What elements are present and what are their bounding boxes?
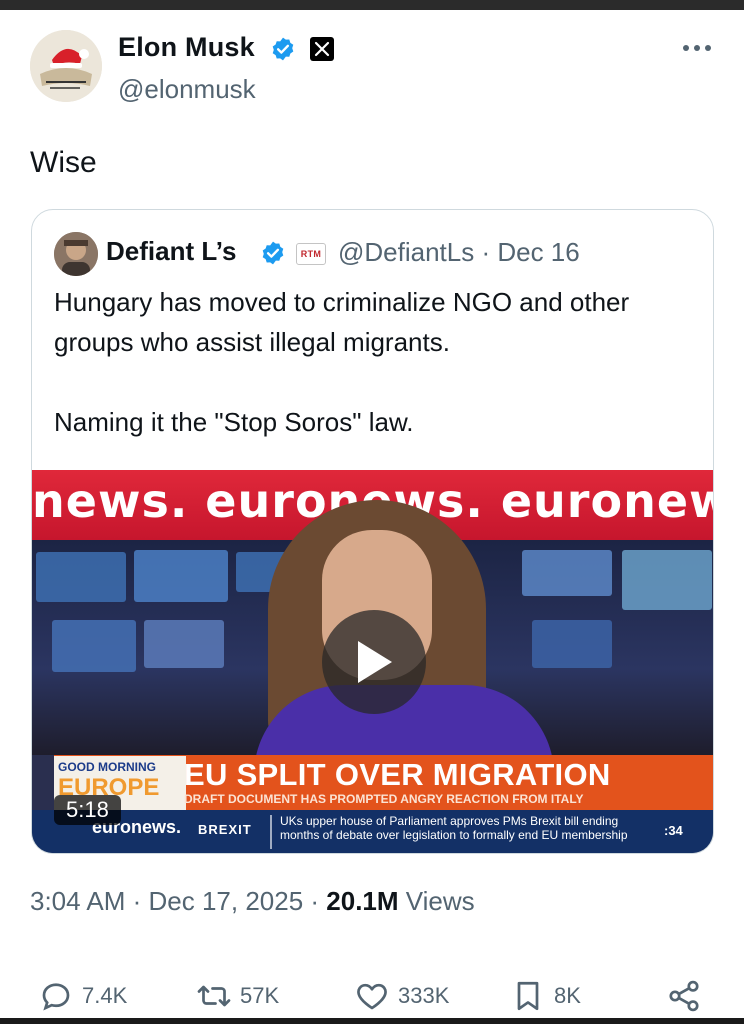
verified-badge-icon xyxy=(272,37,294,61)
play-button[interactable] xyxy=(322,610,426,714)
home-indicator-bar xyxy=(0,1018,744,1024)
studio-screen xyxy=(36,552,126,602)
studio-screen xyxy=(52,620,136,672)
more-horizontal-icon[interactable] xyxy=(680,34,714,62)
like-button[interactable]: 333K xyxy=(354,976,449,1016)
video-headline: EU SPLIT OVER MIGRATION xyxy=(184,757,611,792)
reply-icon xyxy=(42,983,70,1011)
ticker-text: UKs upper house of Parliament approves P… xyxy=(280,814,628,842)
quoted-handle-date[interactable]: @DefiantLs · Dec 16 xyxy=(338,237,580,268)
tweet-timestamp[interactable]: 3:04 AM · Dec 17, 2025 · xyxy=(30,886,326,916)
quoted-avatar-image xyxy=(54,232,98,276)
ticker-divider xyxy=(270,815,272,849)
bookmark-icon xyxy=(517,981,539,1011)
author-name[interactable]: Elon Musk xyxy=(118,32,255,63)
author-avatar[interactable] xyxy=(30,30,102,102)
tweet-meta: 3:04 AM · Dec 17, 2025 · 20.1M Views xyxy=(30,886,475,917)
bookmark-count: 8K xyxy=(554,983,581,1008)
quoted-paragraph: Hungary has moved to criminalize NGO and… xyxy=(54,287,630,357)
quoted-tweet-card[interactable]: Defiant L’s RTM @DefiantLs · Dec 16 Hung… xyxy=(31,209,714,854)
views-count: 20.1M xyxy=(326,886,399,916)
studio-screen xyxy=(532,620,612,668)
affiliate-badge: RTM xyxy=(296,243,326,265)
ticker-tag: BREXIT xyxy=(198,822,252,837)
share-button[interactable] xyxy=(666,976,702,1016)
repost-count: 57K xyxy=(240,983,280,1008)
bookmark-button[interactable]: 8K xyxy=(510,976,581,1016)
quoted-author-avatar[interactable] xyxy=(54,232,98,276)
video-subhead: DRAFT DOCUMENT HAS PROMPTED ANGRY REACTI… xyxy=(184,792,584,806)
x-logo-icon xyxy=(310,37,334,61)
studio-screen xyxy=(622,550,712,610)
studio-screen xyxy=(522,550,612,596)
ticker-time: :34 xyxy=(664,823,683,838)
play-icon xyxy=(358,641,392,683)
author-handle[interactable]: @elonmusk xyxy=(118,74,256,105)
show-brand-small: GOOD MORNING xyxy=(58,760,156,774)
quoted-tweet-body: Hungary has moved to criminalize NGO and… xyxy=(54,282,694,482)
share-icon xyxy=(669,980,699,1012)
repost-icon xyxy=(197,985,231,1007)
studio-screen xyxy=(134,550,228,602)
video-duration: 5:18 xyxy=(54,795,121,825)
views-label: Views xyxy=(398,886,475,916)
reply-button[interactable]: 7.4K xyxy=(38,976,127,1016)
tweet-text: Wise xyxy=(30,146,97,179)
heart-icon xyxy=(357,983,387,1010)
quoted-paragraph: Naming it the "Stop Soros" law. xyxy=(54,407,414,437)
status-bar xyxy=(0,0,744,10)
reply-count: 7.4K xyxy=(82,983,128,1008)
avatar-image xyxy=(30,30,102,102)
quoted-verified-badge-icon xyxy=(262,241,284,265)
like-count: 333K xyxy=(398,983,450,1008)
repost-button[interactable]: 57K xyxy=(196,976,279,1016)
studio-screen xyxy=(144,620,224,668)
quoted-author-name[interactable]: Defiant L’s xyxy=(106,236,237,267)
video-player[interactable]: news. euronews. euronews. GOOD MORNING E… xyxy=(32,470,713,853)
